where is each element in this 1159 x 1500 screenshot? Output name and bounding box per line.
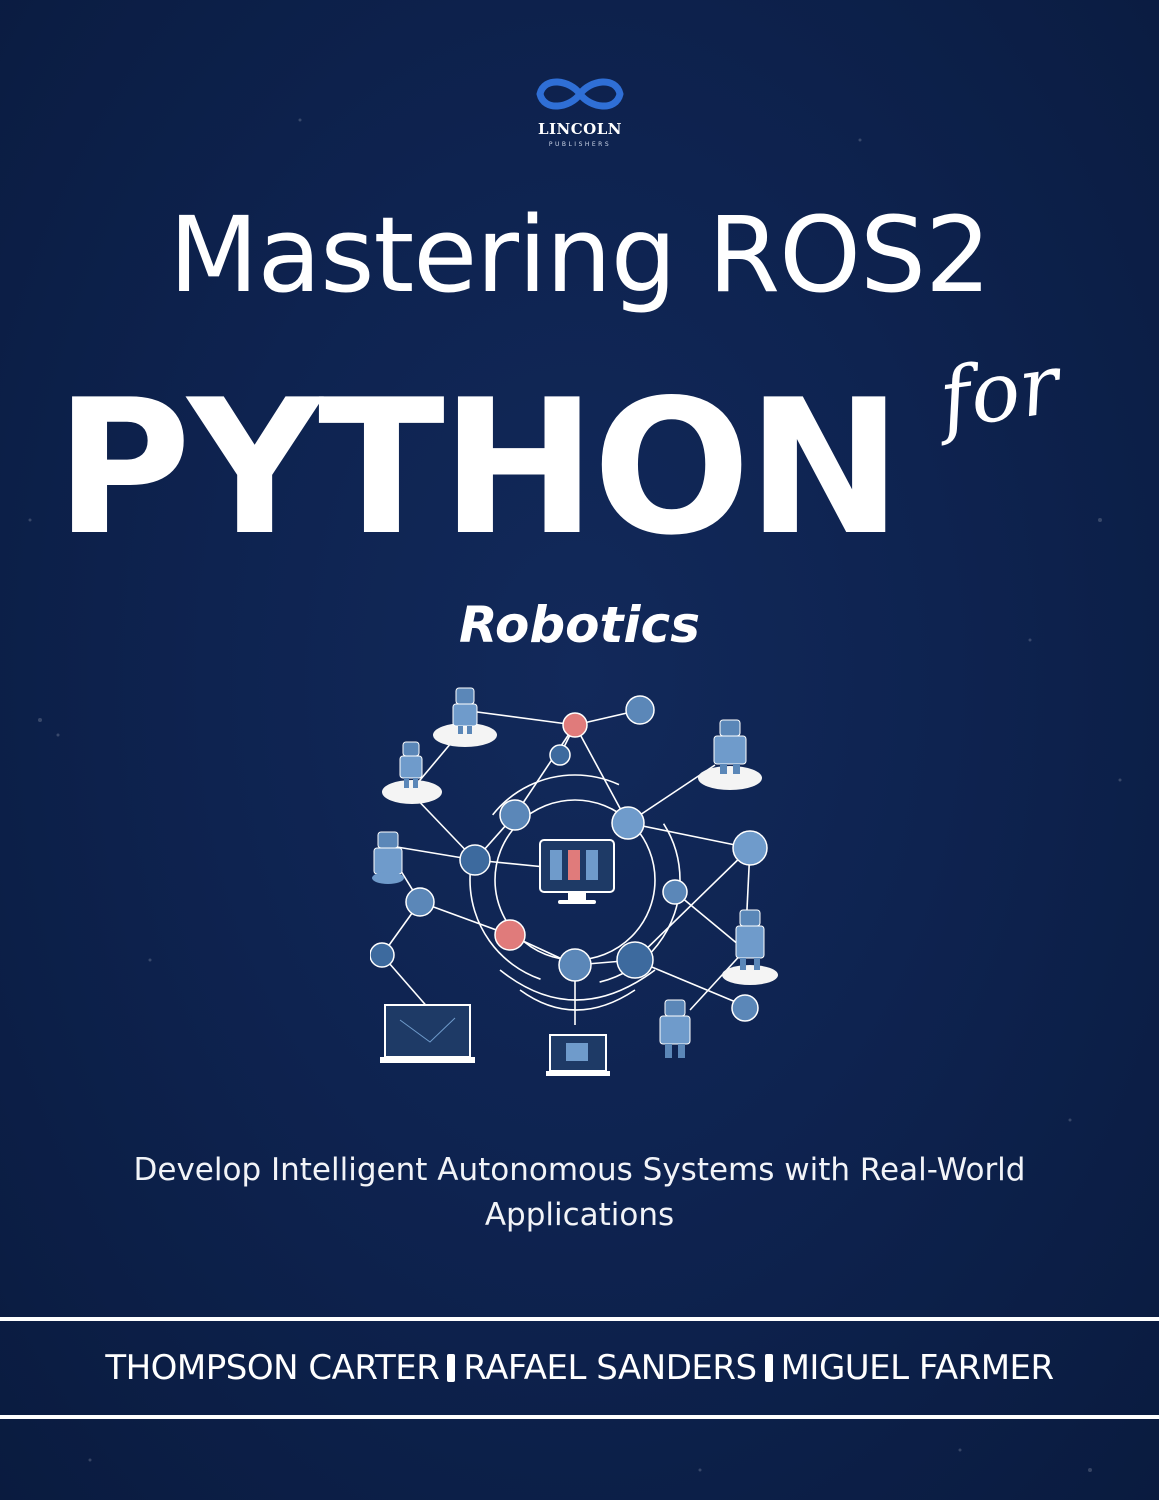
publisher-subtitle: PUBLISHERS [548,141,612,148]
robot-icon [372,831,404,884]
separator [447,1354,456,1382]
title-line-1: Mastering ROS2 [168,194,991,316]
publisher-logo: LINCOLN PUBLISHERS [500,72,660,148]
robot-network-illustration [370,687,778,1076]
title-line-2: PYTHON [55,359,902,576]
author-name: MIGUEL FARMER [780,1348,1055,1388]
book-cover: LINCOLN PUBLISHERS Mastering ROS2 PYTHON… [0,0,1159,1500]
title-connector: for [933,337,1065,448]
separator [764,1354,773,1382]
divider-top [0,1317,1159,1321]
author-list: THOMPSON CARTER RAFAEL SANDERS MIGUEL FARM… [0,1347,1159,1389]
title-subject: Robotics [459,596,700,654]
laptop-icon [546,1034,610,1076]
robot-icon [433,687,497,747]
robot-icon [659,999,691,1058]
tagline: Develop Intelligent Autonomous Systems w… [133,1152,1026,1233]
robot-icon [698,719,762,790]
publisher-name: LINCOLN [537,120,623,138]
divider-bottom [0,1415,1159,1419]
author-name: THOMPSON CARTER [105,1348,440,1388]
laptop-icon [380,1004,475,1063]
author-name: RAFAEL SANDERS [463,1348,757,1388]
robot-icon [722,909,778,985]
infinity-icon [536,78,624,110]
monitor-icon [539,839,615,904]
robot-icon [382,741,442,804]
